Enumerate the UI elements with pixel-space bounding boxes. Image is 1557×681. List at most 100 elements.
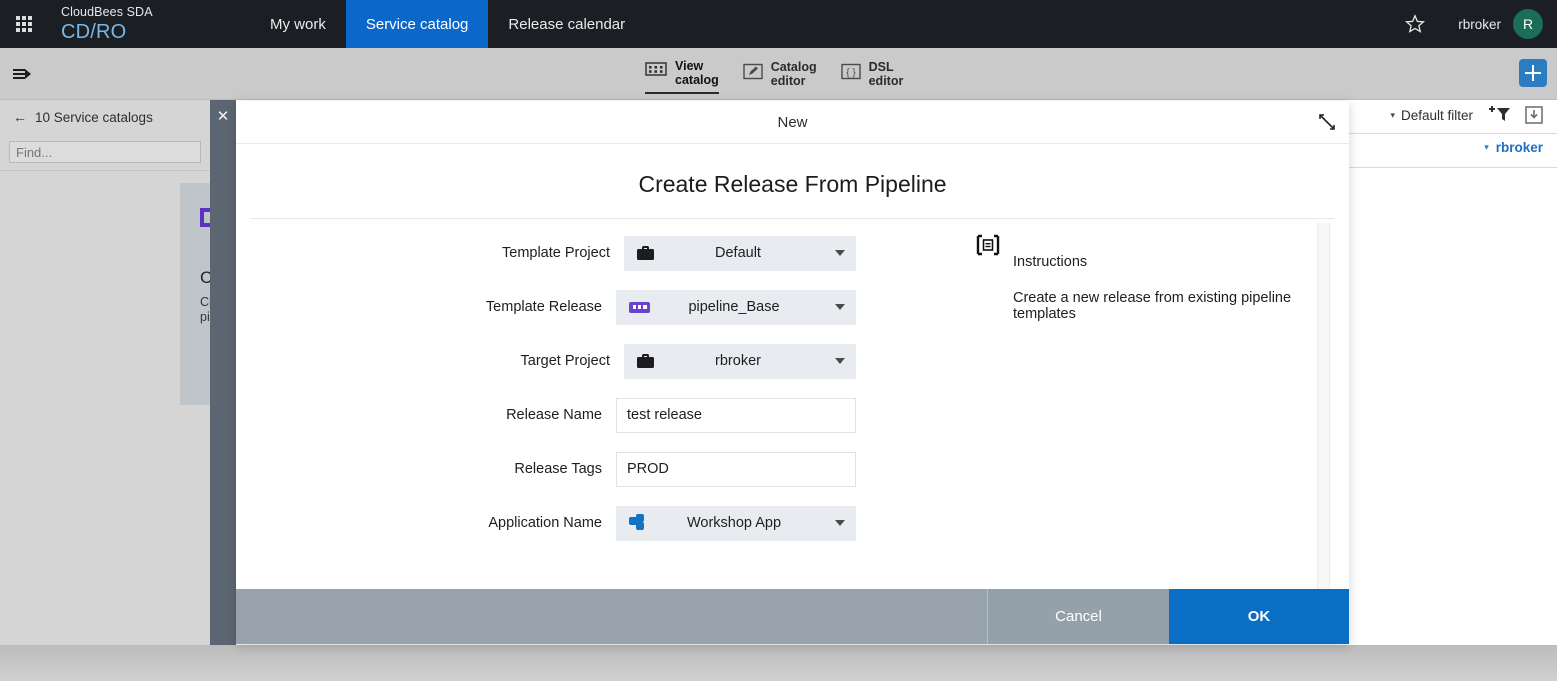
pipeline-icon <box>629 302 650 313</box>
dialog-footer: Cancel OK <box>236 589 1349 644</box>
mode-tab-catalog-editor-label: Catalog editor <box>771 60 817 88</box>
application-dots-icon <box>629 514 647 532</box>
curly-braces-icon: { } <box>841 63 861 86</box>
control-application-name: Workshop App <box>616 506 856 541</box>
dialog-title: New <box>777 114 807 131</box>
mode-tab-view-catalog-label: View catalog <box>675 59 719 87</box>
form-row-application-name: Application Name Workshop App <box>236 496 856 550</box>
pencil-edit-icon <box>743 63 763 86</box>
select-template-project-value: Default <box>624 245 856 261</box>
input-release-tags[interactable] <box>616 452 856 487</box>
brand-logo[interactable]: CloudBees SDA CD/RO <box>61 6 211 42</box>
release-form: Template Project Default Template Rele <box>236 226 856 550</box>
label-template-project: Template Project <box>236 245 624 261</box>
svg-text:{ }: { } <box>846 67 856 78</box>
mode-tab-dsl-editor-label: DSL editor <box>869 60 904 88</box>
select-target-project-value: rbroker <box>624 353 856 369</box>
dialog-title-bar: New <box>236 101 1349 144</box>
toolbar-divider-1 <box>1337 133 1557 134</box>
tab-service-catalog[interactable]: Service catalog <box>346 0 489 48</box>
control-target-project: rbroker <box>624 344 856 379</box>
label-application-name: Application Name <box>236 515 616 531</box>
project-selector[interactable]: ▾ rbroker <box>1484 140 1543 155</box>
modal-close-strip[interactable]: ✕ <box>210 100 236 645</box>
default-filter-label: Default filter <box>1401 108 1473 123</box>
brand-line-1: CloudBees SDA <box>61 6 211 19</box>
chevron-down-icon: ▾ <box>1390 110 1395 121</box>
dialog-heading: Create Release From Pipeline <box>236 144 1349 218</box>
avatar[interactable]: R <box>1513 9 1543 39</box>
mode-tab-dsl-editor[interactable]: { } DSL editor <box>841 54 904 94</box>
dialog-footer-filler <box>236 589 987 644</box>
sidebar-find-wrapper <box>0 134 210 163</box>
toolbar-divider-2 <box>1337 167 1557 168</box>
label-release-name: Release Name <box>236 407 616 423</box>
expand-icon[interactable] <box>1317 112 1337 137</box>
tab-release-calendar[interactable]: Release calendar <box>488 0 645 48</box>
select-template-project[interactable]: Default <box>624 236 856 271</box>
dialog-body: Template Project Default Template Rele <box>236 219 1349 598</box>
form-row-template-project: Template Project Default <box>236 226 856 280</box>
page-bottom-strip <box>0 645 1557 681</box>
briefcase-icon <box>637 246 654 260</box>
dialog-scrollbar[interactable] <box>1317 223 1330 596</box>
default-filter-selector[interactable]: ▾ Default filter <box>1390 108 1473 123</box>
label-release-tags: Release Tags <box>236 461 616 477</box>
control-release-name <box>616 398 856 433</box>
select-template-release-value: pipeline_Base <box>616 299 856 315</box>
application-root: CloudBees SDA CD/RO My work Service cata… <box>0 0 1557 681</box>
form-row-release-name: Release Name <box>236 388 856 442</box>
top-navigation-bar: CloudBees SDA CD/RO My work Service cata… <box>0 0 1557 48</box>
cancel-button[interactable]: Cancel <box>987 589 1169 644</box>
form-row-release-tags: Release Tags <box>236 442 856 496</box>
select-application-name-value: Workshop App <box>616 515 856 531</box>
back-arrow-icon[interactable]: ← <box>13 109 27 125</box>
input-release-name[interactable] <box>616 398 856 433</box>
sidebar-title: 10 Service catalogs <box>35 110 153 125</box>
form-row-target-project: Target Project rbroker <box>236 334 856 388</box>
catalog-mode-tabs: View catalog Catalog editor <box>645 48 903 100</box>
chevron-down-icon <box>835 520 845 526</box>
add-filter-icon[interactable] <box>1487 106 1511 124</box>
chevron-down-icon <box>835 250 845 256</box>
ok-button[interactable]: OK <box>1169 589 1349 644</box>
chevron-down-icon <box>835 358 845 364</box>
save-filter-icon[interactable] <box>1525 106 1543 124</box>
add-catalog-item-button[interactable] <box>1519 59 1547 87</box>
chevron-down-icon <box>835 304 845 310</box>
project-label: rbroker <box>1496 140 1543 155</box>
apps-grid-icon[interactable] <box>0 0 48 48</box>
select-target-project[interactable]: rbroker <box>624 344 856 379</box>
select-application-name[interactable]: Workshop App <box>616 506 856 541</box>
select-template-release[interactable]: pipeline_Base <box>616 290 856 325</box>
form-row-template-release: Template Release pipeline_Base <box>236 280 856 334</box>
create-release-dialog: New Create Release From Pipeline Templat… <box>236 101 1349 644</box>
chevron-down-icon: ▾ <box>1484 142 1489 153</box>
close-icon[interactable]: ✕ <box>217 109 230 645</box>
control-template-project: Default <box>624 236 856 271</box>
grid-catalog-icon <box>645 62 667 85</box>
service-catalog-sidebar: ← 10 Service catalogs <box>0 100 210 645</box>
sidebar-divider <box>0 170 210 171</box>
control-template-release: pipeline_Base <box>616 290 856 325</box>
tab-my-work[interactable]: My work <box>250 0 346 48</box>
instructions-title: Instructions <box>1013 254 1087 270</box>
briefcase-icon <box>637 354 654 368</box>
instructions-icon <box>976 234 1000 261</box>
sidebar-header[interactable]: ← 10 Service catalogs <box>0 100 210 134</box>
filter-toolbar: ▾ Default filter <box>1390 106 1543 124</box>
control-release-tags <box>616 452 856 487</box>
top-nav-right-group: rbroker R <box>1398 0 1557 48</box>
sub-toolbar: View catalog Catalog editor <box>0 48 1557 100</box>
label-template-release: Template Release <box>236 299 616 315</box>
user-name-label: rbroker <box>1458 17 1501 32</box>
nav-tabs: My work Service catalog Release calendar <box>250 0 645 48</box>
mode-tab-view-catalog[interactable]: View catalog <box>645 54 719 94</box>
star-icon[interactable] <box>1398 7 1432 41</box>
brand-line-2: CD/RO <box>61 22 211 42</box>
mode-tab-catalog-editor[interactable]: Catalog editor <box>743 54 817 94</box>
find-input[interactable] <box>9 141 201 163</box>
collapse-sidebar-icon[interactable] <box>0 48 46 100</box>
label-target-project: Target Project <box>236 353 624 369</box>
instructions-text: Create a new release from existing pipel… <box>1013 290 1301 322</box>
